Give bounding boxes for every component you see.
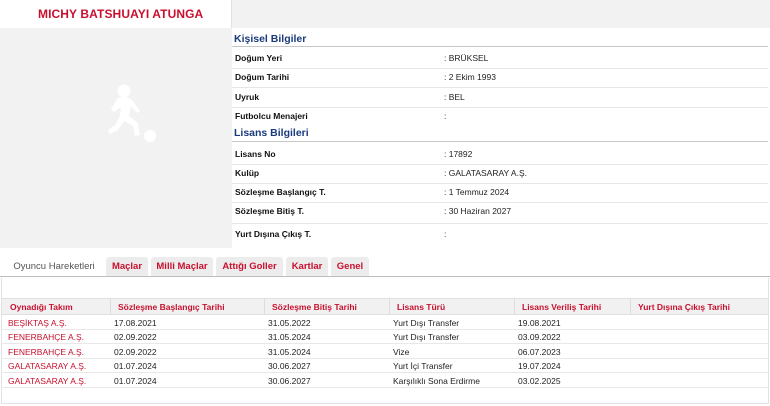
info-label: Sözleşme Başlangıç T. — [235, 187, 326, 197]
header-strip — [232, 0, 770, 28]
team-link[interactable]: FENERBAHÇE A.Ş. — [8, 347, 84, 357]
column-header: Sözleşme Bitiş Tarihi — [272, 302, 357, 312]
license-type-cell: Yurt Dışı Transfer — [393, 318, 460, 328]
row-divider — [232, 87, 768, 88]
contract-end-cell: 31.05.2024 — [268, 332, 311, 342]
contract-end-cell: 31.05.2022 — [268, 318, 311, 328]
info-value: : 1 Temmuz 2024 — [444, 187, 510, 197]
info-row-contract-end: Sözleşme Bitiş T. : 30 Haziran 2027 — [232, 203, 768, 221]
info-label: Yurt Dışına Çıkış T. — [235, 229, 312, 239]
column-header: Lisans Türü — [397, 302, 446, 312]
info-row-birthdate: Doğum Tarihi : 2 Ekim 1993 — [232, 69, 768, 87]
contract-end-cell: 31.05.2024 — [268, 347, 311, 357]
info-value: : — [444, 229, 447, 239]
info-value: : 17892 — [444, 149, 473, 159]
info-row-license-no: Lisans No : 17892 — [232, 146, 768, 164]
license-type-cell: Vize — [393, 347, 410, 357]
info-value: : 2 Ekim 1993 — [444, 72, 496, 82]
tab-general[interactable]: Genel — [331, 257, 369, 276]
tab-matches[interactable]: Maçlar — [106, 257, 148, 276]
team-link[interactable]: GALATASARAY A.Ş. — [8, 376, 86, 386]
player-photo-area — [0, 28, 232, 248]
column-divider — [110, 299, 111, 314]
license-issue-cell: 06.07.2023 — [518, 347, 561, 357]
column-header: Lisans Veriliş Tarihi — [522, 302, 602, 312]
license-type-cell: Karşılıklı Sona Erdirme — [393, 376, 480, 386]
info-label: Doğum Yeri — [235, 53, 283, 63]
movements-table-header: Oynadığı Takım Sözleşme Başlangıç Tarihi… — [2, 298, 768, 315]
license-info-title: Lisans Bilgileri — [234, 127, 309, 139]
team-link[interactable]: FENERBAHÇE A.Ş. — [8, 332, 84, 342]
info-row-agent: Futbolcu Menajeri : — [232, 108, 768, 126]
info-row-club: Kulüp : GALATASARAY A.Ş. — [232, 165, 768, 183]
info-label: Futbolcu Menajeri — [235, 111, 308, 121]
column-header: Yurt Dışına Çıkış Tarihi — [638, 302, 730, 312]
football-player-silhouette-icon — [108, 84, 156, 142]
column-divider — [514, 299, 515, 314]
info-row-birthplace: Doğum Yeri : BRÜKSEL — [232, 50, 768, 68]
personal-info-underline — [232, 46, 768, 47]
contract-start-cell: 02.09.2022 — [114, 347, 157, 357]
info-label: Uyruk — [235, 92, 260, 102]
tab-cards[interactable]: Kartlar — [286, 257, 328, 276]
contract-start-cell: 02.09.2022 — [114, 332, 157, 342]
info-value: : BEL — [444, 92, 465, 102]
tab-national-matches[interactable]: Milli Maçlar — [151, 257, 213, 276]
info-label: Lisans No — [235, 149, 276, 159]
info-label: Doğum Tarihi — [235, 72, 290, 82]
info-label: Kulüp — [235, 168, 260, 178]
table-row: GALATASARAY A.Ş. 01.07.2024 30.06.2027 Y… — [2, 359, 768, 373]
contract-start-cell: 17.08.2021 — [114, 318, 157, 328]
license-issue-cell: 19.08.2021 — [518, 318, 561, 328]
contract-end-cell: 30.06.2027 — [268, 361, 311, 371]
column-divider — [630, 299, 631, 314]
license-issue-cell: 03.09.2022 — [518, 332, 561, 342]
info-row-abroad-exit: Yurt Dışına Çıkış T. : — [232, 226, 768, 244]
column-divider — [264, 299, 265, 314]
row-divider — [232, 223, 768, 224]
table-row: FENERBAHÇE A.Ş. 02.09.2022 31.05.2024 Yu… — [2, 330, 768, 344]
info-value: : GALATASARAY A.Ş. — [444, 168, 527, 178]
player-name: MICHY BATSHUAYI ATUNGA — [38, 7, 204, 21]
personal-info-title: Kişisel Bilgiler — [234, 33, 307, 45]
info-value: : — [444, 111, 447, 121]
info-row-contract-start: Sözleşme Başlangıç T. : 1 Temmuz 2024 — [232, 184, 768, 202]
tab-goals[interactable]: Attığı Goller — [216, 257, 283, 276]
tab-player-movements[interactable]: Oyuncu Hareketleri — [4, 257, 104, 276]
team-link[interactable]: GALATASARAY A.Ş. — [8, 361, 86, 371]
column-divider — [389, 299, 390, 314]
detail-tabs: Oyuncu Hareketleri Maçlar Milli Maçlar A… — [0, 257, 770, 276]
info-value: : BRÜKSEL — [444, 53, 489, 63]
tabs-divider — [0, 276, 770, 277]
license-issue-cell: 03.02.2025 — [518, 376, 561, 386]
contract-start-cell: 01.07.2024 — [114, 376, 157, 386]
info-value: : 30 Haziran 2027 — [444, 206, 512, 216]
license-info-underline — [232, 141, 768, 142]
info-label: Sözleşme Bitiş T. — [235, 206, 304, 216]
contract-end-cell: 30.06.2027 — [268, 376, 311, 386]
column-header: Oynadığı Takım — [10, 302, 73, 312]
table-row: FENERBAHÇE A.Ş. 02.09.2022 31.05.2024 Vi… — [2, 345, 768, 359]
table-row: BEŞİKTAŞ A.Ş. 17.08.2021 31.05.2022 Yurt… — [2, 316, 768, 330]
team-link[interactable]: BEŞİKTAŞ A.Ş. — [8, 318, 67, 328]
license-issue-cell: 19.07.2024 — [518, 361, 561, 371]
player-name-tab: MICHY BATSHUAYI ATUNGA — [0, 0, 232, 28]
column-header: Sözleşme Başlangıç Tarihi — [118, 302, 225, 312]
license-type-cell: Yurt İçi Transfer — [393, 361, 453, 371]
table-row: GALATASARAY A.Ş. 01.07.2024 30.06.2027 K… — [2, 374, 768, 388]
info-row-nationality: Uyruk : BEL — [232, 89, 768, 107]
contract-start-cell: 01.07.2024 — [114, 361, 157, 371]
license-type-cell: Yurt Dışı Transfer — [393, 332, 460, 342]
